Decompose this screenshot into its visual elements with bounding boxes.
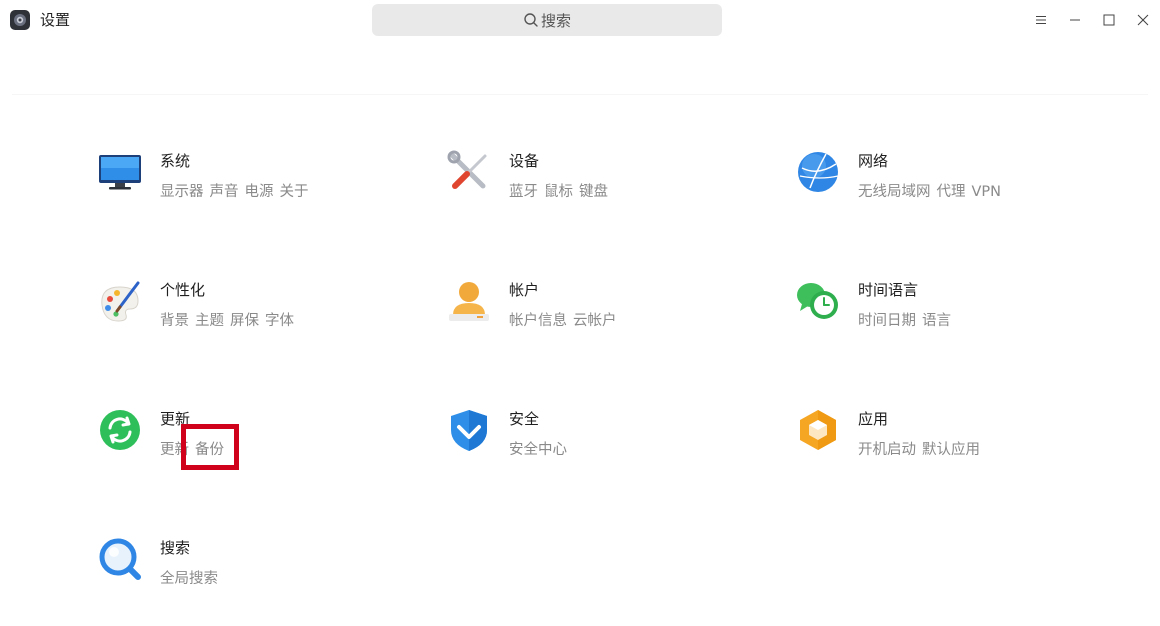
category-title: 个性化: [160, 281, 206, 299]
desc-item: 全局搜索: [160, 571, 218, 587]
category-accounts[interactable]: 帐户 帐户信息 云帐户: [447, 279, 747, 339]
category-title: 网络: [858, 152, 889, 170]
category-desc: 时间日期 语言: [858, 309, 957, 330]
category-desc: 更新 备份: [160, 438, 230, 459]
user-icon: [447, 279, 491, 323]
app-hexagon-icon: [796, 408, 840, 452]
desc-item: 更新: [160, 442, 189, 458]
category-title: 搜索: [160, 539, 191, 557]
desc-item: 显示器: [160, 184, 204, 200]
category-title: 应用: [858, 410, 889, 428]
tools-icon: [447, 150, 491, 194]
category-network[interactable]: 网络 无线局域网 代理 VPN: [796, 150, 1096, 210]
desc-item: 语言: [922, 313, 951, 329]
category-desc: 安全中心: [509, 438, 573, 459]
globe-icon: [796, 150, 840, 194]
category-search[interactable]: 搜索 全局搜索: [98, 537, 398, 597]
title-bar: 设置 搜索: [0, 0, 1160, 40]
category-security[interactable]: 安全 安全中心: [447, 408, 747, 468]
category-personalization[interactable]: 个性化 背景 主题 屏保 字体: [98, 279, 398, 339]
category-system[interactable]: 系统 显示器 声音 电源 关于: [98, 150, 398, 210]
refresh-icon: [98, 408, 142, 452]
desc-item: 主题: [195, 313, 224, 329]
desc-item: 背景: [160, 313, 189, 329]
category-title: 安全: [509, 410, 540, 428]
category-title: 系统: [160, 152, 191, 170]
desc-item: 键盘: [579, 184, 608, 200]
desc-item: 关于: [279, 184, 309, 200]
close-icon[interactable]: [1126, 0, 1160, 40]
menu-icon[interactable]: [1024, 0, 1058, 40]
header-divider: [12, 94, 1148, 95]
category-time-language[interactable]: 时间语言 时间日期 语言: [796, 279, 1096, 339]
category-desc: 无线局域网 代理 VPN: [858, 180, 1007, 201]
category-desc: 帐户信息 云帐户: [509, 309, 623, 330]
category-update[interactable]: 更新 更新 备份: [98, 408, 398, 468]
desc-item: 电源: [244, 184, 274, 200]
desc-item: 帐户信息: [509, 313, 567, 329]
desc-item: 蓝牙: [509, 184, 538, 200]
search-icon: [523, 12, 539, 28]
desc-item: 开机启动: [858, 442, 916, 458]
category-apps[interactable]: 应用 开机启动 默认应用: [796, 408, 1096, 468]
minimize-icon[interactable]: [1058, 0, 1092, 40]
chat-clock-icon: [796, 279, 840, 323]
category-desc: 显示器 声音 电源 关于: [160, 180, 315, 201]
desc-item: 云帐户: [573, 313, 617, 329]
search-input[interactable]: 搜索: [372, 4, 722, 36]
maximize-icon[interactable]: [1092, 0, 1126, 40]
category-title: 帐户: [509, 281, 540, 299]
desc-item: 无线局域网: [858, 184, 931, 200]
category-title: 更新: [160, 410, 191, 428]
desc-item: 字体: [265, 313, 294, 329]
desc-item: 屏保: [230, 313, 259, 329]
desc-item-backup[interactable]: 备份: [195, 442, 224, 458]
desc-item: 鼠标: [544, 184, 573, 200]
desc-item: 默认应用: [922, 442, 980, 458]
shield-icon: [447, 408, 491, 452]
category-devices[interactable]: 设备 蓝牙 鼠标 键盘: [447, 150, 747, 210]
window-title: 设置: [40, 11, 71, 29]
desc-item: 代理: [936, 184, 966, 200]
category-desc: 全局搜索: [160, 567, 224, 588]
window-controls: [1024, 0, 1160, 40]
category-title: 设备: [509, 152, 540, 170]
palette-icon: [98, 279, 142, 323]
desc-item: 声音: [209, 184, 239, 200]
category-desc: 背景 主题 屏保 字体: [160, 309, 300, 330]
settings-window: 设置 搜索 系统 显示器 声音 电源 关于 设备 蓝牙 鼠标 键盘 网络 无线局…: [0, 0, 1160, 626]
desc-item: 时间日期: [858, 313, 916, 329]
category-desc: 蓝牙 鼠标 键盘: [509, 180, 614, 201]
monitor-icon: [98, 150, 142, 194]
category-desc: 开机启动 默认应用: [858, 438, 986, 459]
desc-item: 安全中心: [509, 442, 567, 458]
category-title: 时间语言: [858, 281, 919, 299]
magnifier-icon: [98, 537, 142, 581]
search-placeholder: 搜索: [540, 11, 571, 30]
settings-app-icon: [10, 10, 30, 30]
desc-item: VPN: [971, 184, 1002, 200]
